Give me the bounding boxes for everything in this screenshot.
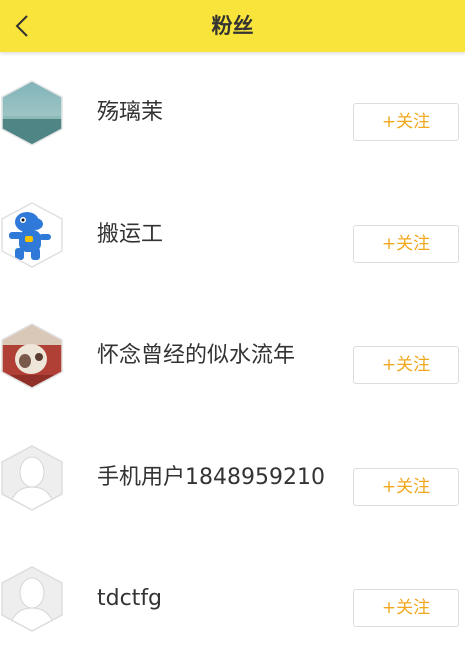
fan-name[interactable]: tdctfg bbox=[97, 538, 162, 660]
follow-button[interactable]: +关注 bbox=[353, 589, 459, 627]
page-title: 粉丝 bbox=[211, 14, 254, 38]
default-avatar[interactable] bbox=[1, 566, 63, 632]
blue-dog-avatar[interactable] bbox=[1, 201, 63, 268]
top-bar: 粉丝 bbox=[0, 0, 465, 52]
landscape-avatar[interactable] bbox=[1, 80, 63, 146]
list-item[interactable]: 手机用户1848959210 +关注 bbox=[0, 417, 465, 539]
fan-name[interactable]: 怀念曾经的似水流年 bbox=[97, 295, 295, 417]
list-item[interactable]: tdctfg +关注 bbox=[0, 538, 465, 660]
fan-name[interactable]: 手机用户1848959210 bbox=[97, 417, 325, 539]
follow-button[interactable]: +关注 bbox=[353, 224, 459, 263]
follow-button[interactable]: +关注 bbox=[353, 103, 459, 141]
fans-list: 殇璃茉 +关注 搬运工 +关注 怀念曾经的似水流年 +关注 手机用户184895… bbox=[0, 52, 465, 660]
photo-avatar[interactable] bbox=[1, 323, 63, 389]
default-avatar[interactable] bbox=[1, 444, 63, 511]
fan-name[interactable]: 搬运工 bbox=[97, 174, 163, 296]
fan-name[interactable]: 殇璃茉 bbox=[97, 52, 163, 174]
follow-button[interactable]: +关注 bbox=[353, 346, 459, 384]
list-item[interactable]: 怀念曾经的似水流年 +关注 bbox=[0, 295, 465, 417]
list-item[interactable]: 殇璃茉 +关注 bbox=[0, 52, 465, 174]
follow-button[interactable]: +关注 bbox=[353, 467, 459, 506]
list-item[interactable]: 搬运工 +关注 bbox=[0, 174, 465, 296]
